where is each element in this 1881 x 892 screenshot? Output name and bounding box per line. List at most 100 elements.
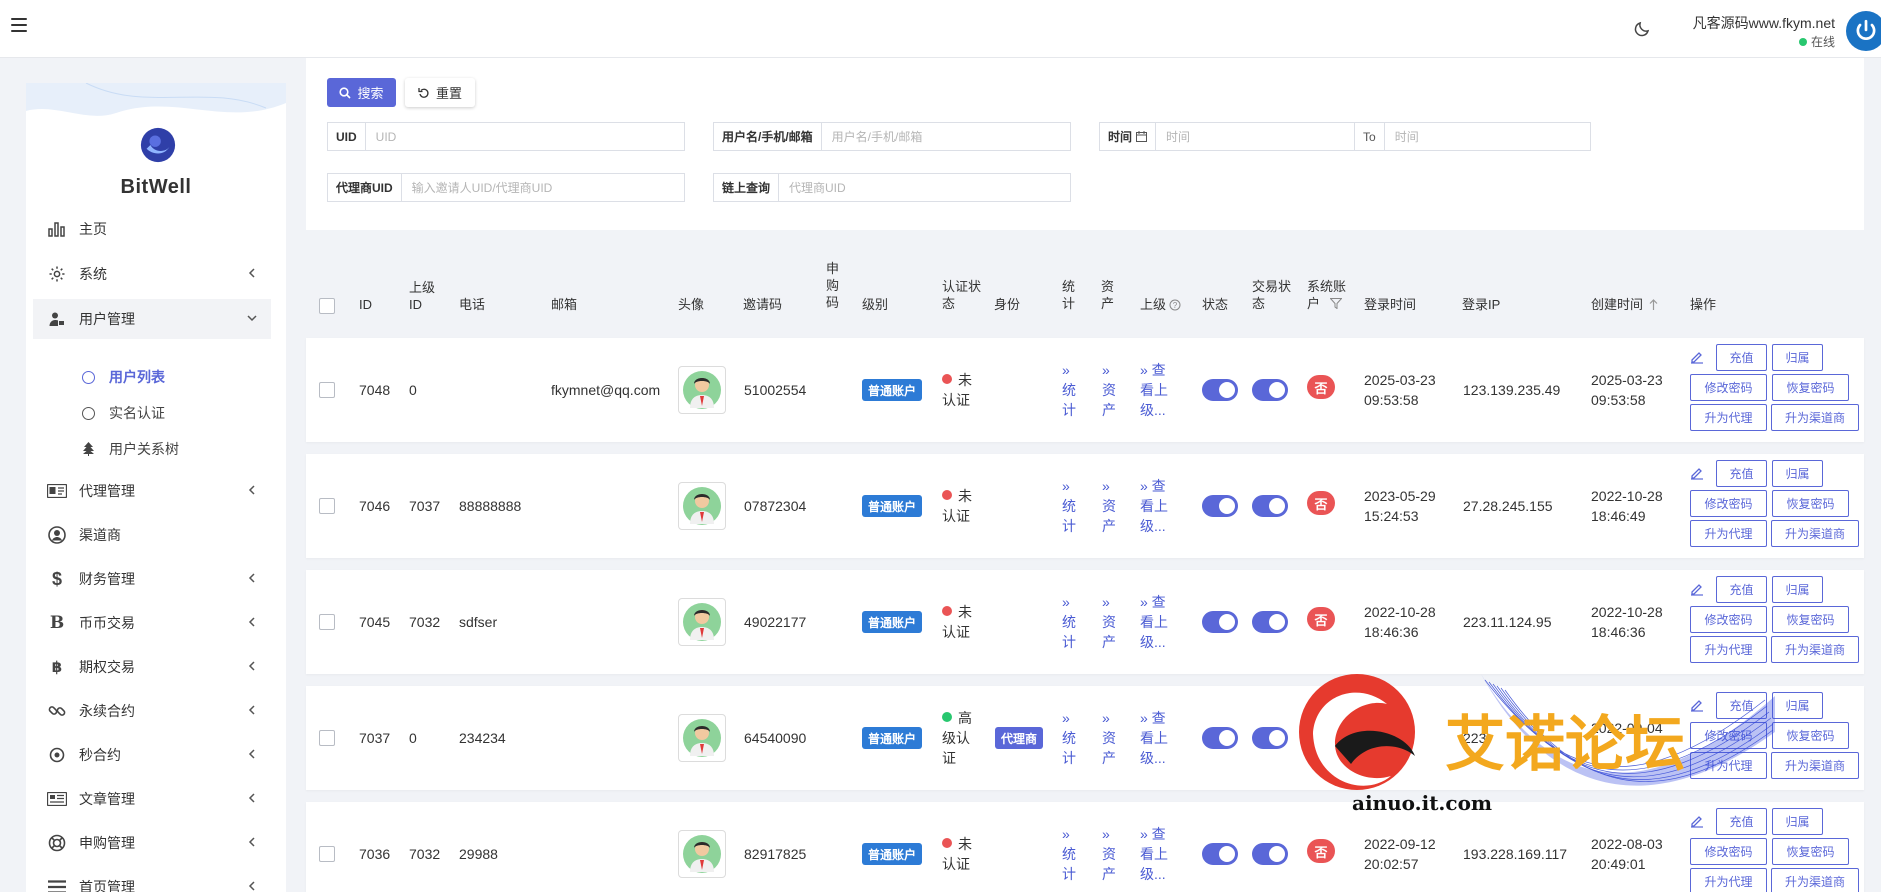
assets-link[interactable]: » 资产 [1102,360,1116,420]
sidebar-item-agent-management[interactable]: 代理管理 [33,471,271,511]
agent-uid-input[interactable] [401,174,684,201]
avatar[interactable] [678,714,726,762]
sidebar-subitem-user-list[interactable]: 用户列表 [82,362,165,392]
avatar[interactable] [678,830,726,878]
view-parent-link[interactable]: » 查看上 级... [1140,360,1168,420]
assets-link[interactable]: » 资产 [1102,592,1116,652]
promote-agent-button[interactable]: 升为代理 [1690,752,1767,779]
assets-link[interactable]: » 资产 [1102,824,1116,884]
sidebar-item-second-contract[interactable]: 秒合约 [33,735,271,775]
edit-icon[interactable] [1690,466,1704,480]
trade-status-toggle[interactable] [1252,611,1288,633]
status-toggle[interactable] [1202,727,1238,749]
sidebar-item-homepage[interactable]: 首页管理 [33,867,271,892]
sidebar-item-subscription[interactable]: 申购管理 [33,823,271,863]
sidebar-item-perpetual[interactable]: 永续合约 [33,691,271,731]
recharge-button[interactable]: 充值 [1716,460,1767,487]
change-password-button[interactable]: 修改密码 [1690,490,1767,517]
search-button[interactable]: 搜索 [327,78,396,107]
restore-password-button[interactable]: 恢复密码 [1772,838,1849,865]
avatar[interactable] [678,366,726,414]
recharge-button[interactable]: 充值 [1716,344,1767,371]
question-circle-icon[interactable]: ? [1169,299,1181,311]
col-created-time[interactable]: 创建时间 [1591,296,1658,313]
promote-agent-button[interactable]: 升为代理 [1690,520,1767,547]
view-parent-link[interactable]: » 查看上 级... [1140,708,1168,768]
time-start-input[interactable] [1156,123,1355,150]
promote-channel-button[interactable]: 升为渠道商 [1771,404,1859,431]
avatar[interactable] [678,598,726,646]
promote-channel-button[interactable]: 升为渠道商 [1771,752,1859,779]
edit-icon[interactable] [1690,814,1704,828]
row-checkbox[interactable] [319,382,335,398]
sidebar-item-system[interactable]: 系统 [33,254,271,294]
recharge-button[interactable]: 充值 [1716,808,1767,835]
change-password-button[interactable]: 修改密码 [1690,606,1767,633]
user-name[interactable]: 凡客源码www.fkym.net [1693,13,1835,33]
promote-channel-button[interactable]: 升为渠道商 [1771,636,1859,663]
select-all-checkbox[interactable] [319,298,335,314]
row-checkbox[interactable] [319,730,335,746]
trade-status-toggle[interactable] [1252,379,1288,401]
status-toggle[interactable] [1202,495,1238,517]
uid-input[interactable] [365,123,684,150]
filter-icon[interactable] [1329,298,1343,310]
row-checkbox[interactable] [319,498,335,514]
status-toggle[interactable] [1202,379,1238,401]
sidebar-item-articles[interactable]: 文章管理 [33,779,271,819]
dark-mode-moon-icon[interactable] [1633,20,1651,38]
sidebar-item-channel[interactable]: 渠道商 [33,515,271,555]
view-parent-link[interactable]: » 查看上 级... [1140,476,1168,536]
restore-password-button[interactable]: 恢复密码 [1772,490,1849,517]
recharge-button[interactable]: 充值 [1716,692,1767,719]
sidebar-item-spot-trading[interactable]: B 币币交易 [33,603,271,643]
time-end-input[interactable] [1384,123,1590,150]
stats-link[interactable]: » 统计 [1062,708,1076,768]
recharge-button[interactable]: 充值 [1716,576,1767,603]
stats-link[interactable]: » 统计 [1062,824,1076,884]
status-toggle[interactable] [1202,611,1238,633]
assets-link[interactable]: » 资产 [1102,708,1116,768]
promote-channel-button[interactable]: 升为渠道商 [1771,868,1859,892]
row-checkbox[interactable] [319,846,335,862]
reset-button[interactable]: 重置 [405,78,475,107]
sidebar-item-home[interactable]: 主页 [33,209,271,249]
belong-button[interactable]: 归属 [1772,576,1823,603]
edit-icon[interactable] [1690,698,1704,712]
view-parent-link[interactable]: » 查看上 级... [1140,824,1168,884]
change-password-button[interactable]: 修改密码 [1690,722,1767,749]
stats-link[interactable]: » 统计 [1062,476,1076,536]
username-input[interactable] [821,123,1070,150]
assets-link[interactable]: » 资产 [1102,476,1116,536]
status-toggle[interactable] [1202,843,1238,865]
promote-agent-button[interactable]: 升为代理 [1690,868,1767,892]
stats-link[interactable]: » 统计 [1062,360,1076,420]
restore-password-button[interactable]: 恢复密码 [1772,722,1849,749]
change-password-button[interactable]: 修改密码 [1690,374,1767,401]
restore-password-button[interactable]: 恢复密码 [1772,374,1849,401]
power-icon[interactable] [1846,11,1881,51]
trade-status-toggle[interactable] [1252,495,1288,517]
view-parent-link[interactable]: » 查看上 级... [1140,592,1168,652]
edit-icon[interactable] [1690,582,1704,596]
belong-button[interactable]: 归属 [1772,460,1823,487]
promote-agent-button[interactable]: 升为代理 [1690,404,1767,431]
change-password-button[interactable]: 修改密码 [1690,838,1767,865]
sidebar-item-user-management[interactable]: 用户管理 [33,299,271,339]
menu-toggle-icon[interactable] [11,18,27,32]
trade-status-toggle[interactable] [1252,727,1288,749]
sidebar-item-finance[interactable]: $ 财务管理 [33,559,271,599]
edit-icon[interactable] [1690,350,1704,364]
trade-status-toggle[interactable] [1252,843,1288,865]
sidebar-item-options-trading[interactable]: ฿ 期权交易 [33,647,271,687]
chain-query-input[interactable] [779,174,1070,201]
promote-channel-button[interactable]: 升为渠道商 [1771,520,1859,547]
avatar[interactable] [678,482,726,530]
stats-link[interactable]: » 统计 [1062,592,1076,652]
restore-password-button[interactable]: 恢复密码 [1772,606,1849,633]
row-checkbox[interactable] [319,614,335,630]
sort-arrow-up-icon[interactable] [1649,298,1658,311]
belong-button[interactable]: 归属 [1772,344,1823,371]
belong-button[interactable]: 归属 [1772,692,1823,719]
sidebar-subitem-real-name[interactable]: 实名认证 [82,398,165,428]
